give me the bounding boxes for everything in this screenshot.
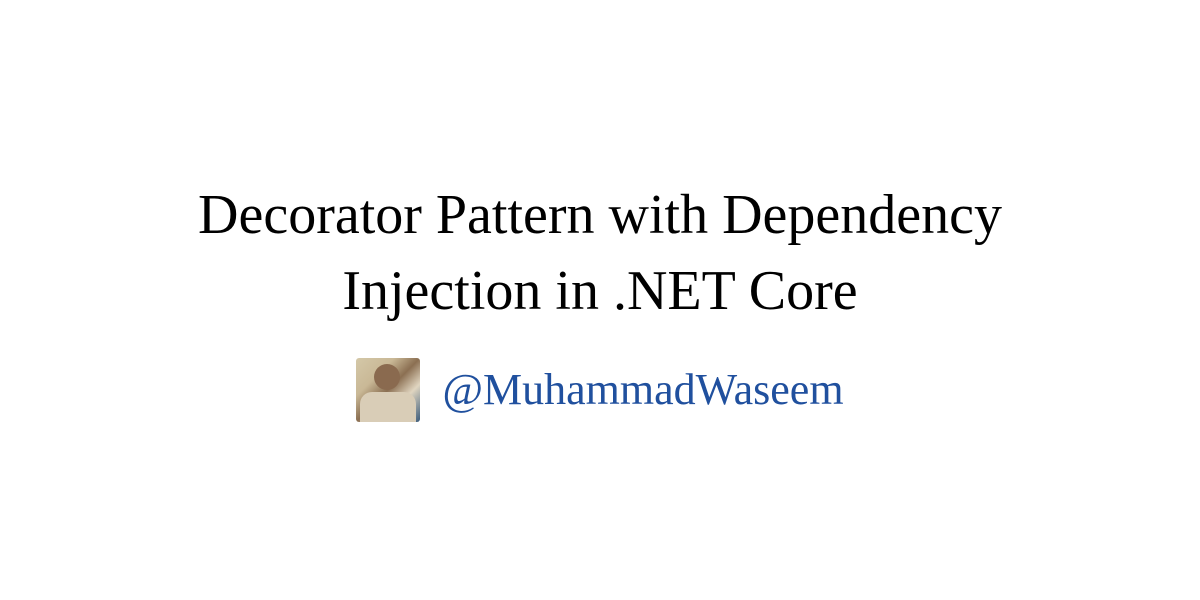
page-title: Decorator Pattern with Dependency Inject…	[120, 178, 1080, 329]
avatar	[356, 358, 420, 422]
author-row: @MuhammadWaseem	[356, 358, 843, 422]
author-handle: @MuhammadWaseem	[442, 364, 843, 415]
